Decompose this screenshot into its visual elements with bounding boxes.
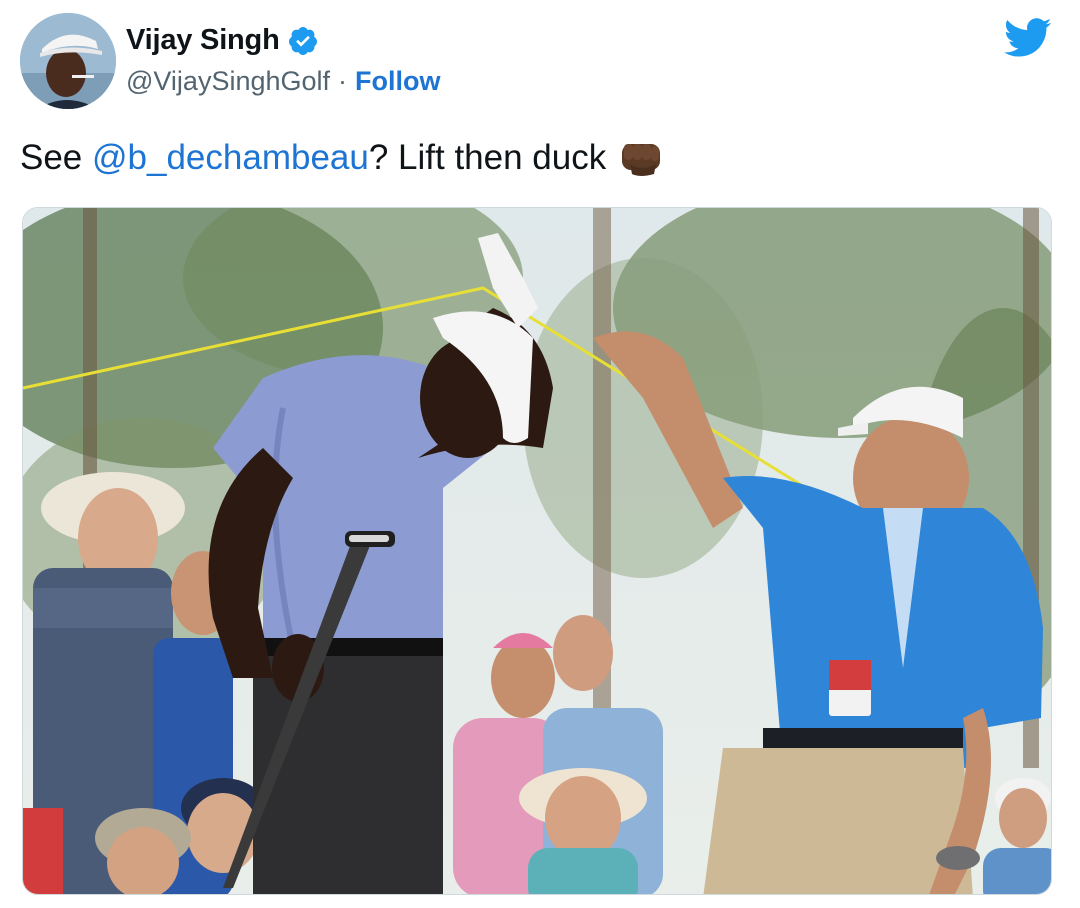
tweet-text-before: See [20, 138, 92, 177]
author-handle[interactable]: @VijaySinghGolf [126, 66, 330, 97]
mention-link[interactable]: @b_dechambeau [92, 138, 369, 178]
oncoming-fist-icon [622, 144, 661, 176]
follow-button[interactable]: Follow [355, 66, 440, 97]
tweet-text-after: ? Lift then duck [368, 138, 607, 177]
separator-dot: · [338, 66, 348, 96]
avatar[interactable] [20, 13, 116, 109]
handle-row: @VijaySinghGolf · Follow [126, 66, 441, 97]
verified-badge-icon [288, 26, 317, 55]
tweet-photo[interactable] [22, 207, 1052, 895]
tweet-text: See @b_dechambeau? Lift then duck [20, 138, 664, 178]
avatar-image [20, 13, 116, 109]
golf-photo [23, 208, 1051, 894]
twitter-bird-icon[interactable] [1004, 18, 1052, 58]
author-name[interactable]: Vijay Singh [126, 24, 280, 57]
author-name-row[interactable]: Vijay Singh [126, 24, 319, 57]
